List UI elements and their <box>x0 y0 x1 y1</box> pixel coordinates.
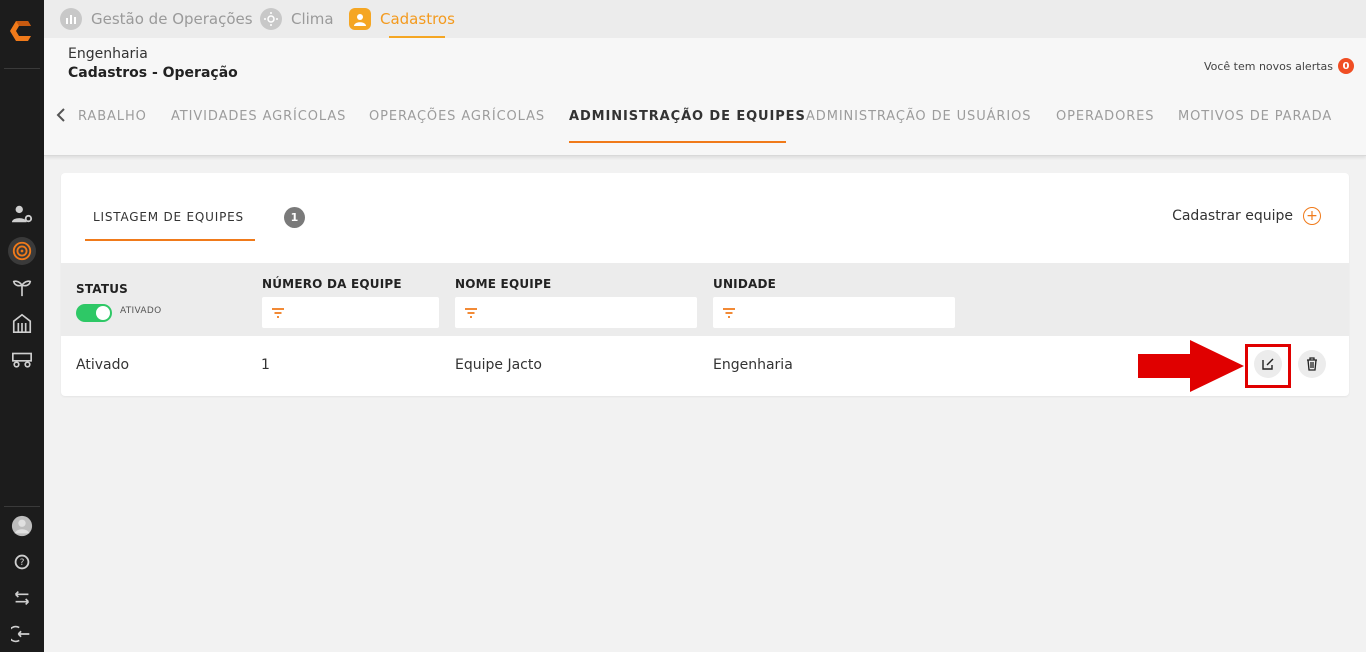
nome-filter-input[interactable] <box>455 297 697 328</box>
top-tab-label: Clima <box>291 10 334 28</box>
filter-icon <box>723 308 735 318</box>
sidebar-machines[interactable] <box>8 345 36 373</box>
count-badge: 1 <box>284 207 305 228</box>
top-tab-clima[interactable]: Clima <box>260 0 334 38</box>
sidebar: ? <box>0 0 44 652</box>
tractor-icon <box>12 352 32 368</box>
sidebar-user-settings[interactable] <box>8 200 36 228</box>
trash-icon <box>1307 357 1317 371</box>
edit-icon <box>1262 358 1274 370</box>
top-tab-label: Gestão de Operações <box>91 10 253 28</box>
page-title: Cadastros - Operação <box>68 65 238 81</box>
help-button[interactable]: ? <box>8 548 36 576</box>
nav-tab-equipes[interactable]: ADMINISTRAÇÃO DE EQUIPES <box>569 109 806 124</box>
logo-icon <box>10 21 31 41</box>
add-team-button[interactable]: Cadastrar equipe + <box>1172 207 1321 225</box>
tab-listagem[interactable]: LISTAGEM DE EQUIPES <box>93 210 244 224</box>
column-header-nome: NOME EQUIPE <box>455 277 552 291</box>
unidade-filter-input[interactable] <box>713 297 955 328</box>
column-header-unidade: UNIDADE <box>713 277 777 291</box>
nav-tab-usuarios[interactable]: ADMINISTRAÇÃO DE USUÁRIOS <box>806 109 1031 124</box>
top-tab-cadastros[interactable]: Cadastros <box>349 0 455 38</box>
user-gear-icon <box>11 205 33 223</box>
user-icon <box>349 8 371 30</box>
alerts-badge: 0 <box>1338 58 1354 74</box>
nav-tab-operacoes[interactable]: OPERAÇÕES AGRÍCOLAS <box>369 109 545 124</box>
avatar-icon <box>11 515 33 537</box>
toggle-knob <box>96 306 110 320</box>
chart-icon <box>60 8 82 30</box>
top-bar: Gestão de Operações Clima Cadastros <box>44 0 1366 38</box>
delete-button[interactable] <box>1298 350 1326 378</box>
sidebar-operations[interactable] <box>8 237 36 265</box>
filter-icon <box>272 308 284 318</box>
plus-circle-icon: + <box>1303 207 1321 225</box>
sun-icon <box>260 8 282 30</box>
cell-nome: Equipe Jacto <box>455 357 542 373</box>
edit-button[interactable] <box>1254 350 1282 378</box>
top-tab-label: Cadastros <box>380 10 455 28</box>
cell-status: Ativado <box>76 357 130 373</box>
chevron-left-icon[interactable] <box>56 107 70 123</box>
nav-tab-underline <box>569 141 786 143</box>
status-toggle[interactable] <box>76 304 112 322</box>
column-header-status: STATUS <box>76 282 129 296</box>
switch-button[interactable] <box>8 584 36 612</box>
filter-icon <box>465 308 477 318</box>
cell-numero: 1 <box>261 357 270 373</box>
swap-icon <box>14 590 30 606</box>
nav-tab-trabalho[interactable]: RABALHO <box>78 109 147 124</box>
status-toggle-label: ATIVADO <box>120 306 162 316</box>
numero-filter-input[interactable] <box>262 297 439 328</box>
logout-button[interactable] <box>8 620 36 648</box>
alerts-text: Você tem novos alertas <box>1203 59 1333 73</box>
breadcrumb-parent: Engenharia <box>68 46 148 62</box>
nav-tab-operadores[interactable]: OPERADORES <box>1056 109 1154 124</box>
plant-icon <box>12 280 32 297</box>
table-header: STATUS ATIVADO NÚMERO DA EQUIPE NOME EQU… <box>61 263 1349 336</box>
target-icon <box>12 241 32 261</box>
cell-unidade: Engenharia <box>713 357 793 373</box>
add-team-label: Cadastrar equipe <box>1172 208 1293 224</box>
column-header-numero: NÚMERO DA EQUIPE <box>262 277 402 291</box>
red-arrow-icon <box>1138 340 1244 392</box>
tab-underline <box>85 239 255 241</box>
svg-text:?: ? <box>20 557 25 568</box>
help-icon: ? <box>14 554 30 570</box>
nav-tab-atividades[interactable]: ATIVIDADES AGRÍCOLAS <box>171 109 346 124</box>
logout-icon <box>11 625 30 643</box>
top-tab-gestao[interactable]: Gestão de Operações <box>60 0 253 38</box>
sidebar-crops[interactable] <box>8 273 36 301</box>
page-header: Engenharia Cadastros - Operação Você tem… <box>44 38 1366 156</box>
silo-icon <box>12 313 32 333</box>
alerts-notice[interactable]: Você tem novos alertas 0 <box>1204 58 1354 74</box>
sidebar-divider <box>4 506 40 507</box>
sidebar-silos[interactable] <box>8 309 36 337</box>
sidebar-divider <box>4 68 40 69</box>
user-avatar[interactable] <box>8 512 36 540</box>
nav-tab-motivos[interactable]: MOTIVOS DE PARADA <box>1178 109 1332 124</box>
